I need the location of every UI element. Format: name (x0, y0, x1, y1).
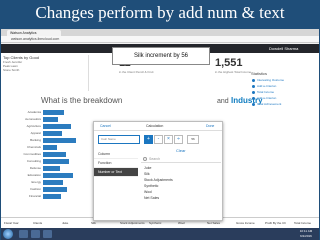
kpi-value: 1,551 (215, 57, 243, 69)
bar[interactable] (43, 117, 58, 122)
bar-row: Chemicals (27, 144, 93, 151)
bar-row: Aeronautics (25, 116, 93, 123)
dialog-title: Calculation (146, 124, 164, 128)
column-chip[interactable]: Total Income (294, 220, 311, 226)
statistics-item[interactable]: Goal Achievement (251, 101, 315, 107)
field-list: Juke Silk Stock Adjustments Synthetic Wo… (144, 165, 220, 201)
breakdown-title: What is the breakdown (41, 96, 123, 105)
explorer-icon[interactable] (19, 230, 28, 238)
bar-label: Fashion (30, 187, 41, 191)
bar-label: Defense (29, 166, 41, 170)
kpi-label: in the Highest Total Income (215, 70, 252, 74)
bar[interactable] (43, 180, 63, 185)
bar[interactable] (43, 138, 76, 143)
bar-label: Agriculture (26, 124, 41, 128)
slide: Changes perform by add num & text Watson… (0, 0, 320, 240)
statistics-panel: Statistics Interesting Outcome Add a cri… (251, 71, 315, 201)
bar[interactable] (43, 159, 69, 164)
dialog-header: Cancel Calculation Done (94, 122, 222, 131)
bar[interactable] (43, 110, 64, 115)
bar[interactable] (43, 194, 61, 199)
source-item[interactable]: Function (94, 159, 138, 168)
browser-tabbar: Watson Analytics (1, 29, 319, 36)
list-item: Stone Smith (3, 68, 20, 72)
column-chip[interactable]: Gross Income (236, 220, 255, 226)
source-item[interactable]: Number or Text (94, 168, 138, 177)
bar[interactable] (43, 145, 57, 150)
taskbar: 10:11 AM 6/1/2016 (1, 228, 319, 240)
bar-row: Defense (30, 165, 93, 172)
bar-label: Consulting (26, 159, 41, 163)
bar[interactable] (43, 166, 60, 171)
start-icon[interactable] (3, 229, 13, 239)
column-chip[interactable]: Clients (33, 220, 42, 226)
search-icon (143, 157, 147, 161)
user-name[interactable]: Dowdell Sharma (269, 44, 317, 53)
calc-name-input[interactable]: Calc Name (98, 135, 140, 144)
top-clients-panel: Top Clients by Good Fresh Jennifer Peak … (3, 55, 89, 91)
clock-date: 6/1/2016 (300, 234, 312, 238)
bar-row: Academia (28, 109, 93, 116)
bar-row: Agriculture (27, 123, 93, 130)
bar[interactable] (43, 131, 62, 136)
app-icon[interactable] (43, 230, 52, 238)
search-input[interactable]: Search (141, 155, 221, 163)
multiply-operator-button[interactable]: × (164, 135, 173, 144)
column-chip[interactable]: Profit By the Ch (265, 220, 286, 226)
source-list: Column Function Number or Text (94, 150, 138, 177)
cancel-button[interactable]: Cancel (100, 124, 111, 129)
callout-box: Silk increment by 56 (112, 47, 210, 65)
bar-label: Apparel (30, 131, 41, 135)
bar-chart: Academia Aeronautics Agriculture Apparel Ban… (23, 109, 93, 209)
clock: 10:11 AM 6/1/2016 (295, 229, 317, 239)
address-bar: watson.analytics.ibmcloud.com (1, 36, 319, 43)
column-chip[interactable]: Fiscal Year (4, 220, 19, 226)
bar-row: Fashion (30, 186, 93, 193)
divide-operator-button[interactable]: ÷ (174, 135, 183, 144)
done-button[interactable]: Done (206, 124, 214, 129)
bar-row: Consulting (27, 158, 93, 165)
bar-label: Banking (30, 138, 41, 142)
bar[interactable] (43, 173, 73, 178)
bar-label: Academia (27, 110, 41, 114)
bar[interactable] (43, 152, 66, 157)
bar-row: Financial (29, 193, 93, 200)
add-operator-button[interactable]: + (144, 135, 153, 144)
calculation-dialog: Cancel Calculation Done Calc Name + - × … (93, 121, 223, 221)
bar[interactable] (43, 187, 67, 192)
and-text: and (217, 98, 229, 105)
bar-label: Financial (28, 194, 41, 198)
bar-label: Aeronautics (25, 117, 41, 121)
number-input[interactable]: 56 (187, 135, 199, 144)
subtract-operator-button[interactable]: - (154, 135, 163, 144)
clear-button[interactable]: Clear (176, 148, 186, 153)
slide-title: Changes perform by add num & text (35, 3, 285, 22)
bar-row: Energy (31, 179, 93, 186)
source-item[interactable]: Column (94, 150, 138, 159)
bar[interactable] (43, 124, 71, 129)
column-chip[interactable]: Juke (62, 220, 68, 226)
address-field[interactable]: watson.analytics.ibmcloud.com (11, 37, 97, 42)
bar-row: Education (28, 172, 93, 179)
bar-label: Energy (31, 180, 41, 184)
field-item[interactable]: Net Sales (144, 195, 220, 201)
kpi-label: in the Client Pencil & Fruit (119, 70, 154, 74)
bar-label: Chemicals (26, 145, 41, 149)
bar-row: Commodities (23, 151, 93, 158)
bar-label: Commodities (23, 152, 41, 156)
bar-row: Apparel (31, 130, 93, 137)
bar-row: Banking (30, 137, 93, 144)
bar-label: Education (27, 173, 41, 177)
browser-icon[interactable] (31, 230, 40, 238)
